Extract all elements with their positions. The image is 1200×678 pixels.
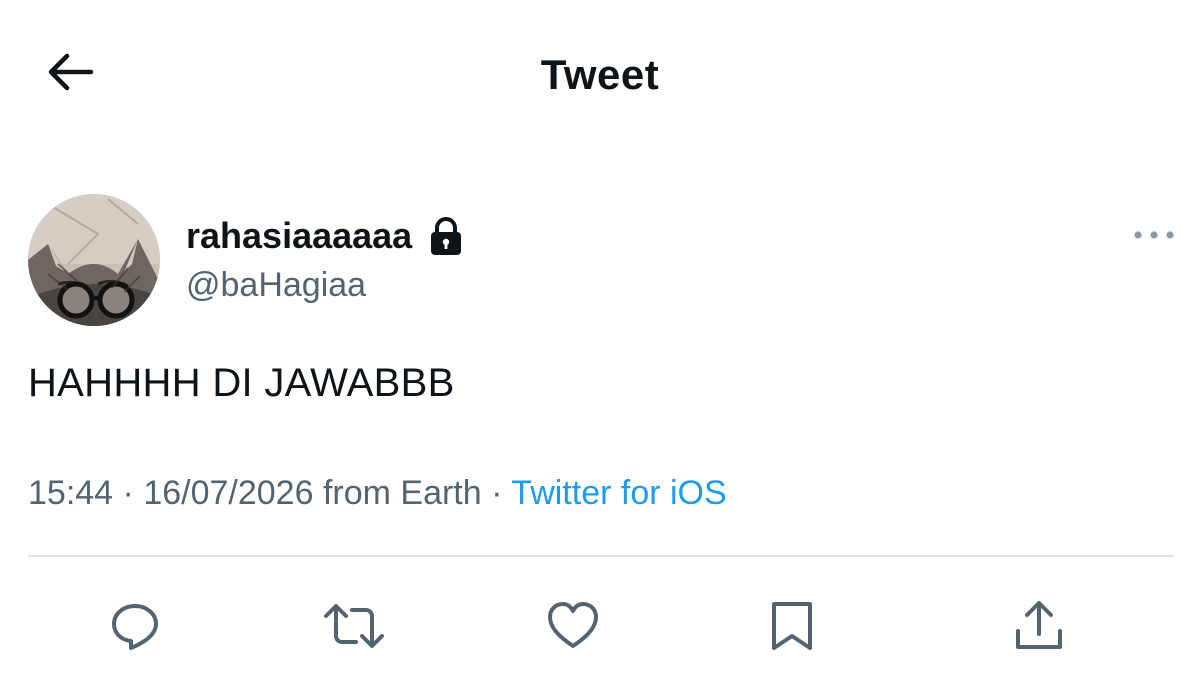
more-options-button[interactable]: [1128, 222, 1180, 252]
bookmark-button[interactable]: [760, 594, 824, 658]
meta-separator: ·: [122, 474, 134, 512]
meta-separator: ·: [491, 474, 503, 512]
bookmark-icon: [764, 598, 820, 654]
share-button[interactable]: [1007, 594, 1071, 658]
like-button[interactable]: [541, 594, 605, 658]
author-name-row: rahasiaaaaaa: [186, 210, 464, 262]
tweet-date[interactable]: 16/07/2026: [143, 474, 313, 512]
heart-icon: [545, 598, 601, 654]
tweet-metadata: 15:44 · 16/07/2026 from Earth · Twitter …: [28, 470, 727, 516]
tweet-location: from Earth: [322, 474, 482, 512]
tweet-source-link[interactable]: Twitter for iOS: [511, 474, 726, 512]
reply-button[interactable]: [103, 594, 167, 658]
lock-icon: [428, 216, 464, 256]
tweet-time[interactable]: 15:44: [28, 474, 113, 512]
author-handle[interactable]: @baHagiaa: [186, 264, 366, 306]
reply-icon: [107, 598, 163, 654]
avatar[interactable]: [28, 194, 160, 326]
display-name[interactable]: rahasiaaaaaa: [186, 214, 412, 258]
cat-avatar-image: [28, 194, 160, 326]
retweet-icon: [322, 598, 386, 654]
divider: [28, 555, 1174, 557]
retweet-button[interactable]: [322, 594, 386, 658]
top-bar: Tweet: [0, 0, 1200, 150]
page-title: Tweet: [540, 51, 660, 98]
share-icon: [1011, 598, 1067, 654]
more-horizontal-icon: [1132, 228, 1176, 246]
tweet-text: HAHHHH DI JAWABBB: [28, 361, 455, 405]
